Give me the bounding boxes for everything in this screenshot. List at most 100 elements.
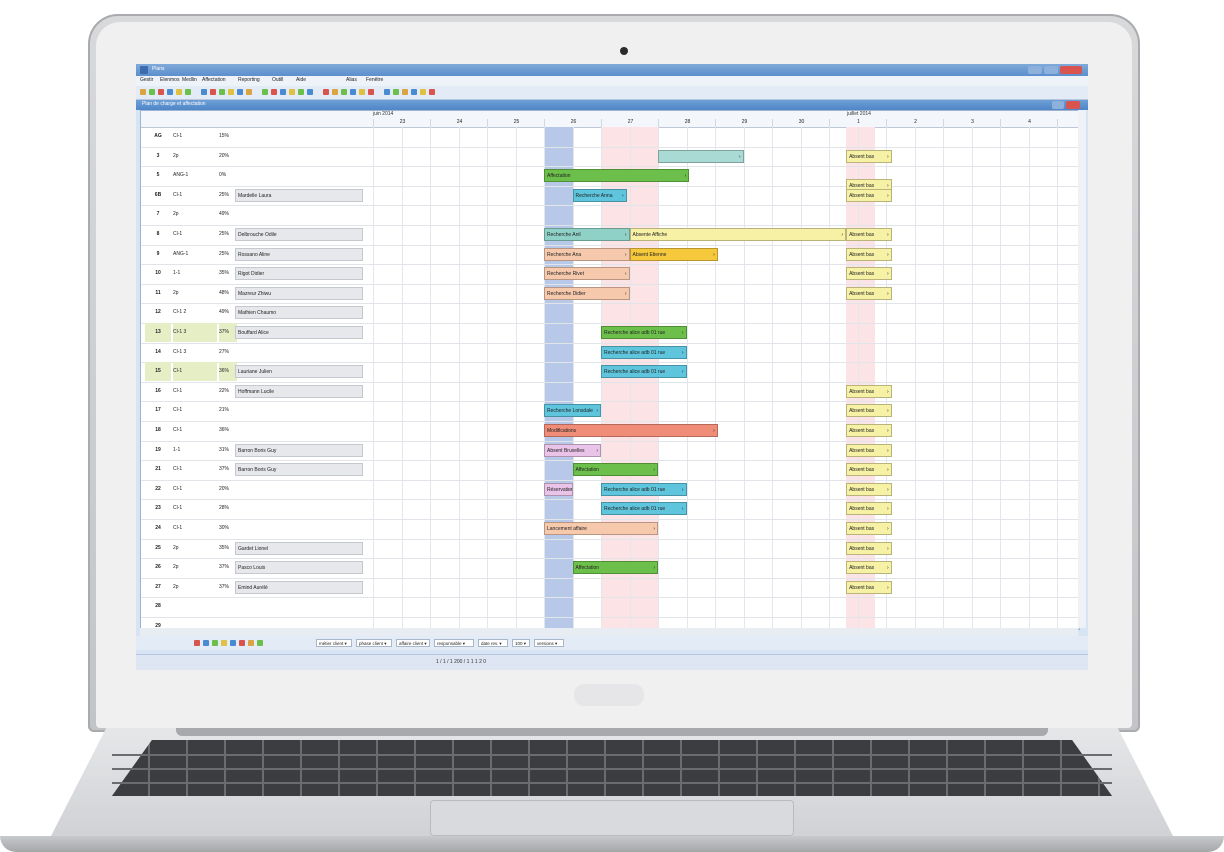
- bar-end-handle-icon[interactable]: ›: [713, 249, 715, 260]
- bar-end-handle-icon[interactable]: ›: [887, 562, 889, 573]
- task-bar[interactable]: Recherche alice adb 01 rue ›: [601, 345, 687, 359]
- toolbar-button-icon[interactable]: [185, 89, 191, 95]
- bar-end-handle-icon[interactable]: ›: [887, 268, 889, 279]
- task-bar[interactable]: Recherche Didier ›: [544, 286, 630, 300]
- filter-tool-icon[interactable]: [221, 640, 227, 646]
- toolbar-button-icon[interactable]: [271, 89, 277, 95]
- filter-tool-icon[interactable]: [212, 640, 218, 646]
- toolbar-button-icon[interactable]: [341, 89, 347, 95]
- task-bar[interactable]: Recherche alice adb 01 rue ›: [601, 482, 687, 496]
- bar-end-handle-icon[interactable]: ›: [682, 366, 684, 377]
- bar-end-handle-icon[interactable]: ›: [887, 288, 889, 299]
- toolbar-button-icon[interactable]: [176, 89, 182, 95]
- toolbar-button-icon[interactable]: [323, 89, 329, 95]
- toolbar-button-icon[interactable]: [149, 89, 155, 95]
- bar-end-handle-icon[interactable]: ›: [625, 249, 627, 260]
- day-header[interactable]: 3: [943, 119, 1001, 127]
- resource-name[interactable]: Bouffard Alice: [235, 326, 363, 339]
- bar-end-handle-icon[interactable]: ›: [682, 327, 684, 338]
- toolbar-button-icon[interactable]: [140, 89, 146, 95]
- task-bar[interactable]: Modifications ›: [544, 424, 718, 437]
- task-bar[interactable]: Absent bas ›: [846, 482, 892, 496]
- day-header[interactable]: 4: [1000, 119, 1058, 127]
- table-row[interactable]: 7 2p 49%: [141, 205, 1079, 226]
- task-bar[interactable]: Affectation ›: [544, 169, 690, 183]
- task-bar[interactable]: Recherche alice adb 01 rue ›: [601, 502, 687, 516]
- toolbar-button-icon[interactable]: [368, 89, 374, 95]
- resource-name[interactable]: Hoffmann Lucile: [235, 384, 363, 398]
- toolbar-button-icon[interactable]: [201, 89, 207, 95]
- bar-end-handle-icon[interactable]: ›: [685, 170, 687, 181]
- day-header[interactable]: 2: [886, 119, 944, 127]
- resource-name[interactable]: Pasco Louis: [235, 561, 363, 575]
- task-bar[interactable]: Recherche Anna ›: [572, 188, 627, 202]
- task-bar[interactable]: Recherche alice adb 01 rue ›: [601, 365, 687, 379]
- task-bar[interactable]: Affectation ›: [572, 561, 658, 575]
- bar-end-handle-icon[interactable]: ›: [887, 582, 889, 593]
- toolbar-button-icon[interactable]: [219, 89, 225, 95]
- task-bar[interactable]: Absent bas ›: [846, 286, 892, 300]
- bar-end-handle-icon[interactable]: ›: [625, 229, 627, 240]
- bar-end-handle-icon[interactable]: ›: [713, 425, 715, 436]
- bar-end-handle-icon[interactable]: ›: [887, 249, 889, 260]
- table-row[interactable]: 28: [141, 597, 1079, 618]
- filter-tool-icon[interactable]: [248, 640, 254, 646]
- task-bar[interactable]: Absent bas ›: [846, 228, 892, 241]
- maximize-button[interactable]: [1044, 66, 1058, 74]
- bar-end-handle-icon[interactable]: ›: [653, 562, 655, 573]
- toolbar-button-icon[interactable]: [298, 89, 304, 95]
- filter-select[interactable]: phase client ▾: [356, 639, 392, 647]
- task-bar[interactable]: Absent bas ›: [846, 580, 892, 594]
- bar-end-handle-icon[interactable]: ›: [682, 484, 684, 495]
- day-header[interactable]: 24: [430, 119, 488, 127]
- task-bar[interactable]: Absent bas ›: [846, 267, 892, 281]
- task-bar[interactable]: Recherche Anil ›: [544, 228, 630, 241]
- task-bar[interactable]: Recherche Lonsdale ›: [544, 404, 601, 418]
- table-row[interactable]: 25 2p 35% Gardet Lionel: [141, 539, 1079, 560]
- planning-grid[interactable]: juin 2014 juillet 2014 23 24 25 26 27 28 29 30 1…: [140, 110, 1080, 630]
- resource-name[interactable]: Gardet Lionel: [235, 541, 363, 555]
- toolbar-button-icon[interactable]: [237, 89, 243, 95]
- toolbar-button-icon[interactable]: [307, 89, 313, 95]
- task-bar[interactable]: Absent bas ›: [846, 404, 892, 418]
- toolbar-button-icon[interactable]: [402, 89, 408, 95]
- bar-end-handle-icon[interactable]: ›: [739, 151, 741, 162]
- bar-end-handle-icon[interactable]: ›: [887, 229, 889, 240]
- filter-select[interactable]: date rev. ▾: [478, 639, 508, 647]
- bar-end-handle-icon[interactable]: ›: [841, 229, 843, 240]
- table-row[interactable]: 12 Cl-1 2 49% Mathien Chaumo: [141, 303, 1079, 324]
- toolbar-button-icon[interactable]: [359, 89, 365, 95]
- task-bar[interactable]: Absent bas ›: [846, 561, 892, 575]
- task-bar[interactable]: ›: [658, 149, 744, 163]
- task-bar[interactable]: Réservation Louis›: [544, 482, 573, 496]
- close-button[interactable]: [1060, 66, 1082, 74]
- task-bar[interactable]: Recherche Rivet ›: [544, 267, 630, 281]
- day-header[interactable]: 23: [373, 119, 431, 127]
- task-bar[interactable]: Absent bas ›: [846, 384, 892, 398]
- filter-tool-icon[interactable]: [230, 640, 236, 646]
- resource-name[interactable]: Mardelle Laura: [235, 188, 363, 202]
- view-restore-button[interactable]: [1052, 101, 1064, 109]
- table-row[interactable]: 16 Cl-1 22% Hoffmann Lucile: [141, 382, 1079, 403]
- task-bar[interactable]: Absent bas ›: [846, 522, 892, 535]
- table-row[interactable]: 27 2p 37% Emind Aurélé: [141, 578, 1079, 599]
- bar-end-handle-icon[interactable]: ›: [887, 190, 889, 201]
- resource-name[interactable]: Delbrouche Odile: [235, 228, 363, 241]
- filter-select[interactable]: 100 ▾: [512, 639, 530, 647]
- bar-end-handle-icon[interactable]: ›: [887, 151, 889, 162]
- toolbar-button-icon[interactable]: [429, 89, 435, 95]
- filter-tool-icon[interactable]: [194, 640, 200, 646]
- menu-item[interactable]: Alias: [346, 77, 357, 83]
- menu-item[interactable]: Gestir: [140, 77, 153, 83]
- filter-select[interactable]: affaire client ▾: [396, 639, 430, 647]
- day-header[interactable]: 25: [487, 119, 545, 127]
- table-row[interactable]: 17 Cl-1 21%: [141, 401, 1079, 422]
- bar-end-handle-icon[interactable]: ›: [887, 445, 889, 456]
- minimize-button[interactable]: [1028, 66, 1042, 74]
- day-header[interactable]: 5: [1057, 119, 1079, 127]
- task-bar[interactable]: Absent bas ›: [846, 247, 892, 261]
- task-bar[interactable]: Absent bas ›: [846, 502, 892, 516]
- filter-select[interactable]: responsable ▾: [434, 639, 474, 647]
- task-bar[interactable]: Absent Bruxelles ›: [544, 443, 601, 457]
- task-bar[interactable]: Absent bas ›: [846, 443, 892, 457]
